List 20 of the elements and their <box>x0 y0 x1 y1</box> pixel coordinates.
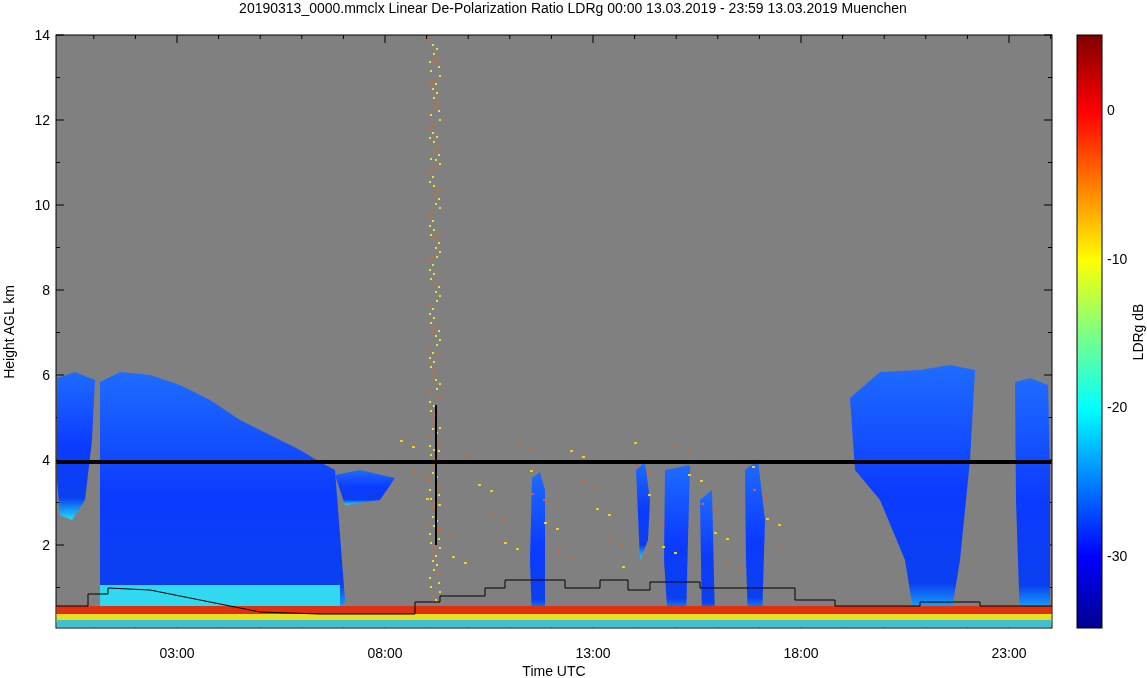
tick-label: 10 <box>34 197 50 213</box>
tick-label: 03:00 <box>159 645 195 661</box>
colorbar-tick-label: -10 <box>1107 250 1128 267</box>
y-axis-label: Height AGL km <box>1 285 17 379</box>
tick-label: 8 <box>42 282 50 298</box>
tick-label: 08:00 <box>367 645 403 661</box>
tick-label: 6 <box>42 367 50 383</box>
colorbar-label: LDRg dB <box>1130 303 1146 361</box>
colorbar-tick-label: -20 <box>1107 399 1128 415</box>
colorbar-tick-label: 0 <box>1107 102 1115 118</box>
chart-title: 20190313_0000.mmclx Linear De-Polarization Ratio LDRg 00:00 13.03.2019 - 23:59 13.03.2019 Muenchen <box>239 0 907 16</box>
colorbar-tick-label: -30 <box>1107 547 1128 564</box>
tick-label: 12 <box>34 112 50 128</box>
tick-label: 23:00 <box>991 645 1027 661</box>
x-axis-label: Time UTC <box>522 663 586 678</box>
tick-label: 18:00 <box>783 645 819 661</box>
tick-label: 14 <box>34 27 50 43</box>
tick-label: 4 <box>42 452 50 468</box>
tick-label: 13:00 <box>575 645 611 661</box>
tick-label: 2 <box>42 537 50 553</box>
